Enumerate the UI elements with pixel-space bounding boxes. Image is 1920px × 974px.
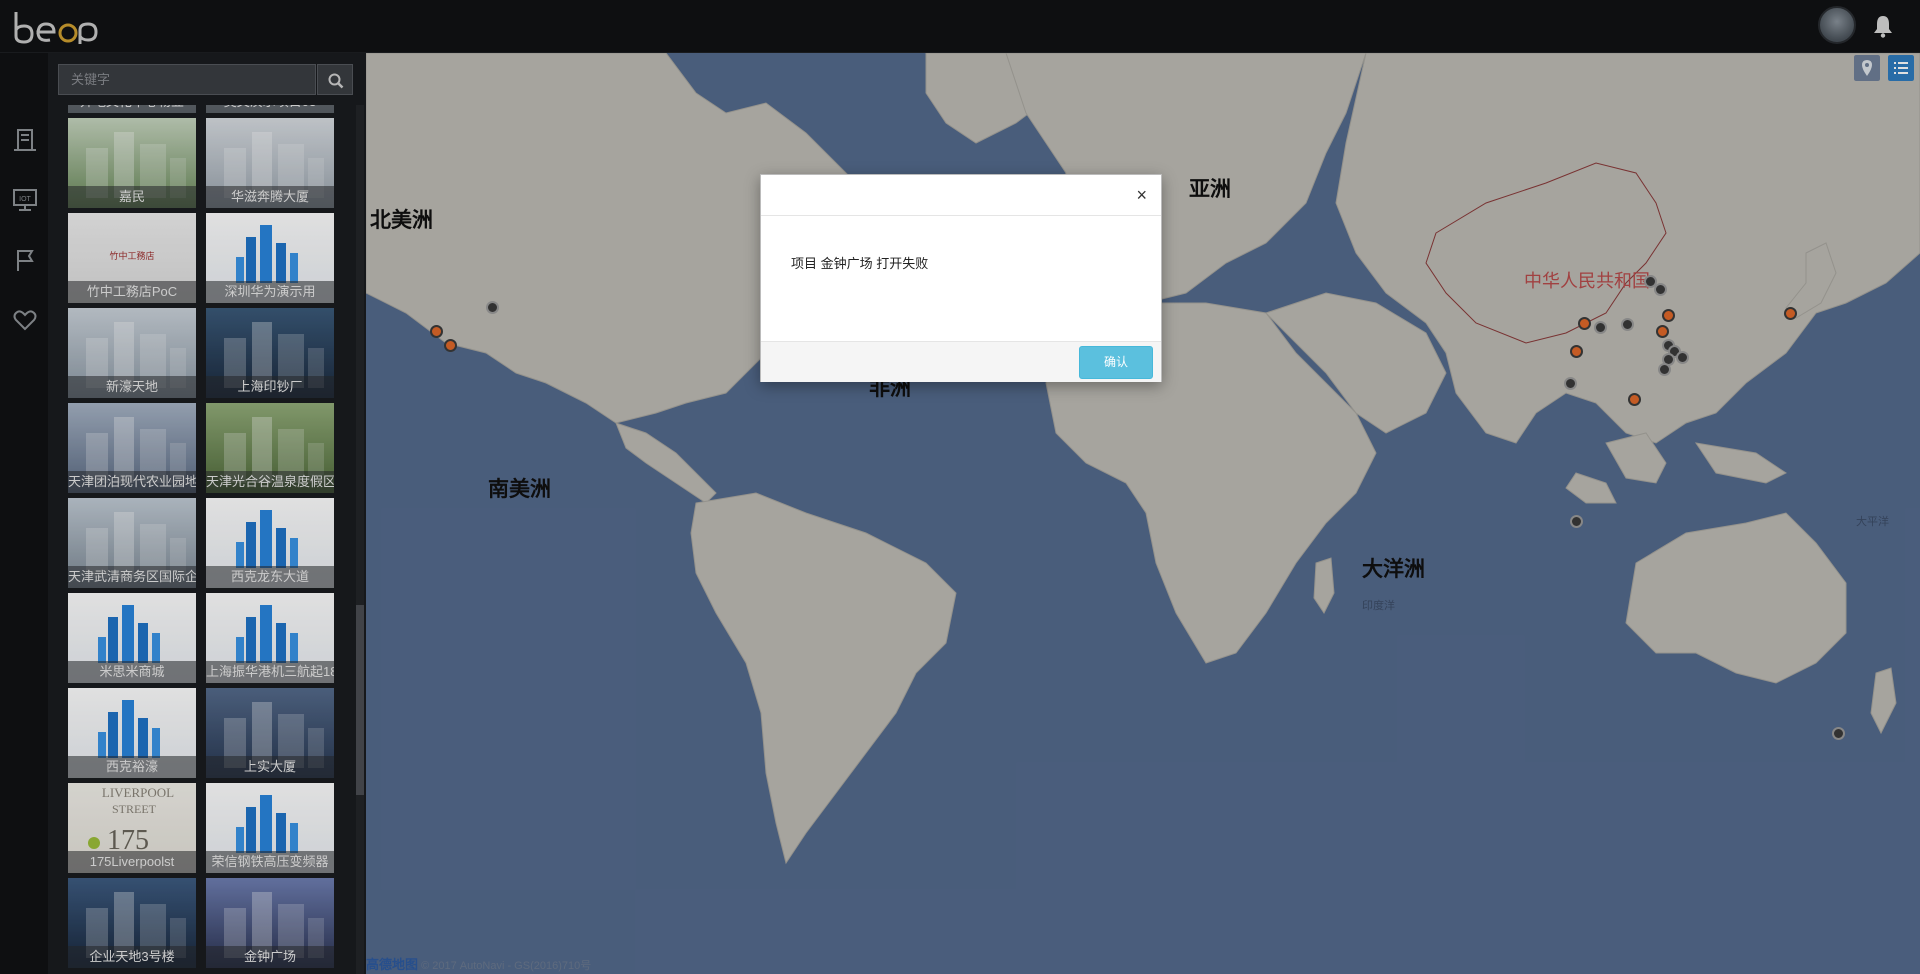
- dialog-message: 项目 金钟广场 打开失败: [791, 256, 929, 271]
- dialog-header: ×: [761, 175, 1161, 216]
- close-button[interactable]: ×: [1136, 185, 1147, 206]
- dialog-footer: 确认: [761, 341, 1161, 382]
- modal-overlay: [0, 0, 1920, 974]
- confirm-button[interactable]: 确认: [1079, 346, 1153, 379]
- error-dialog: × 项目 金钟广场 打开失败 确认: [760, 174, 1162, 382]
